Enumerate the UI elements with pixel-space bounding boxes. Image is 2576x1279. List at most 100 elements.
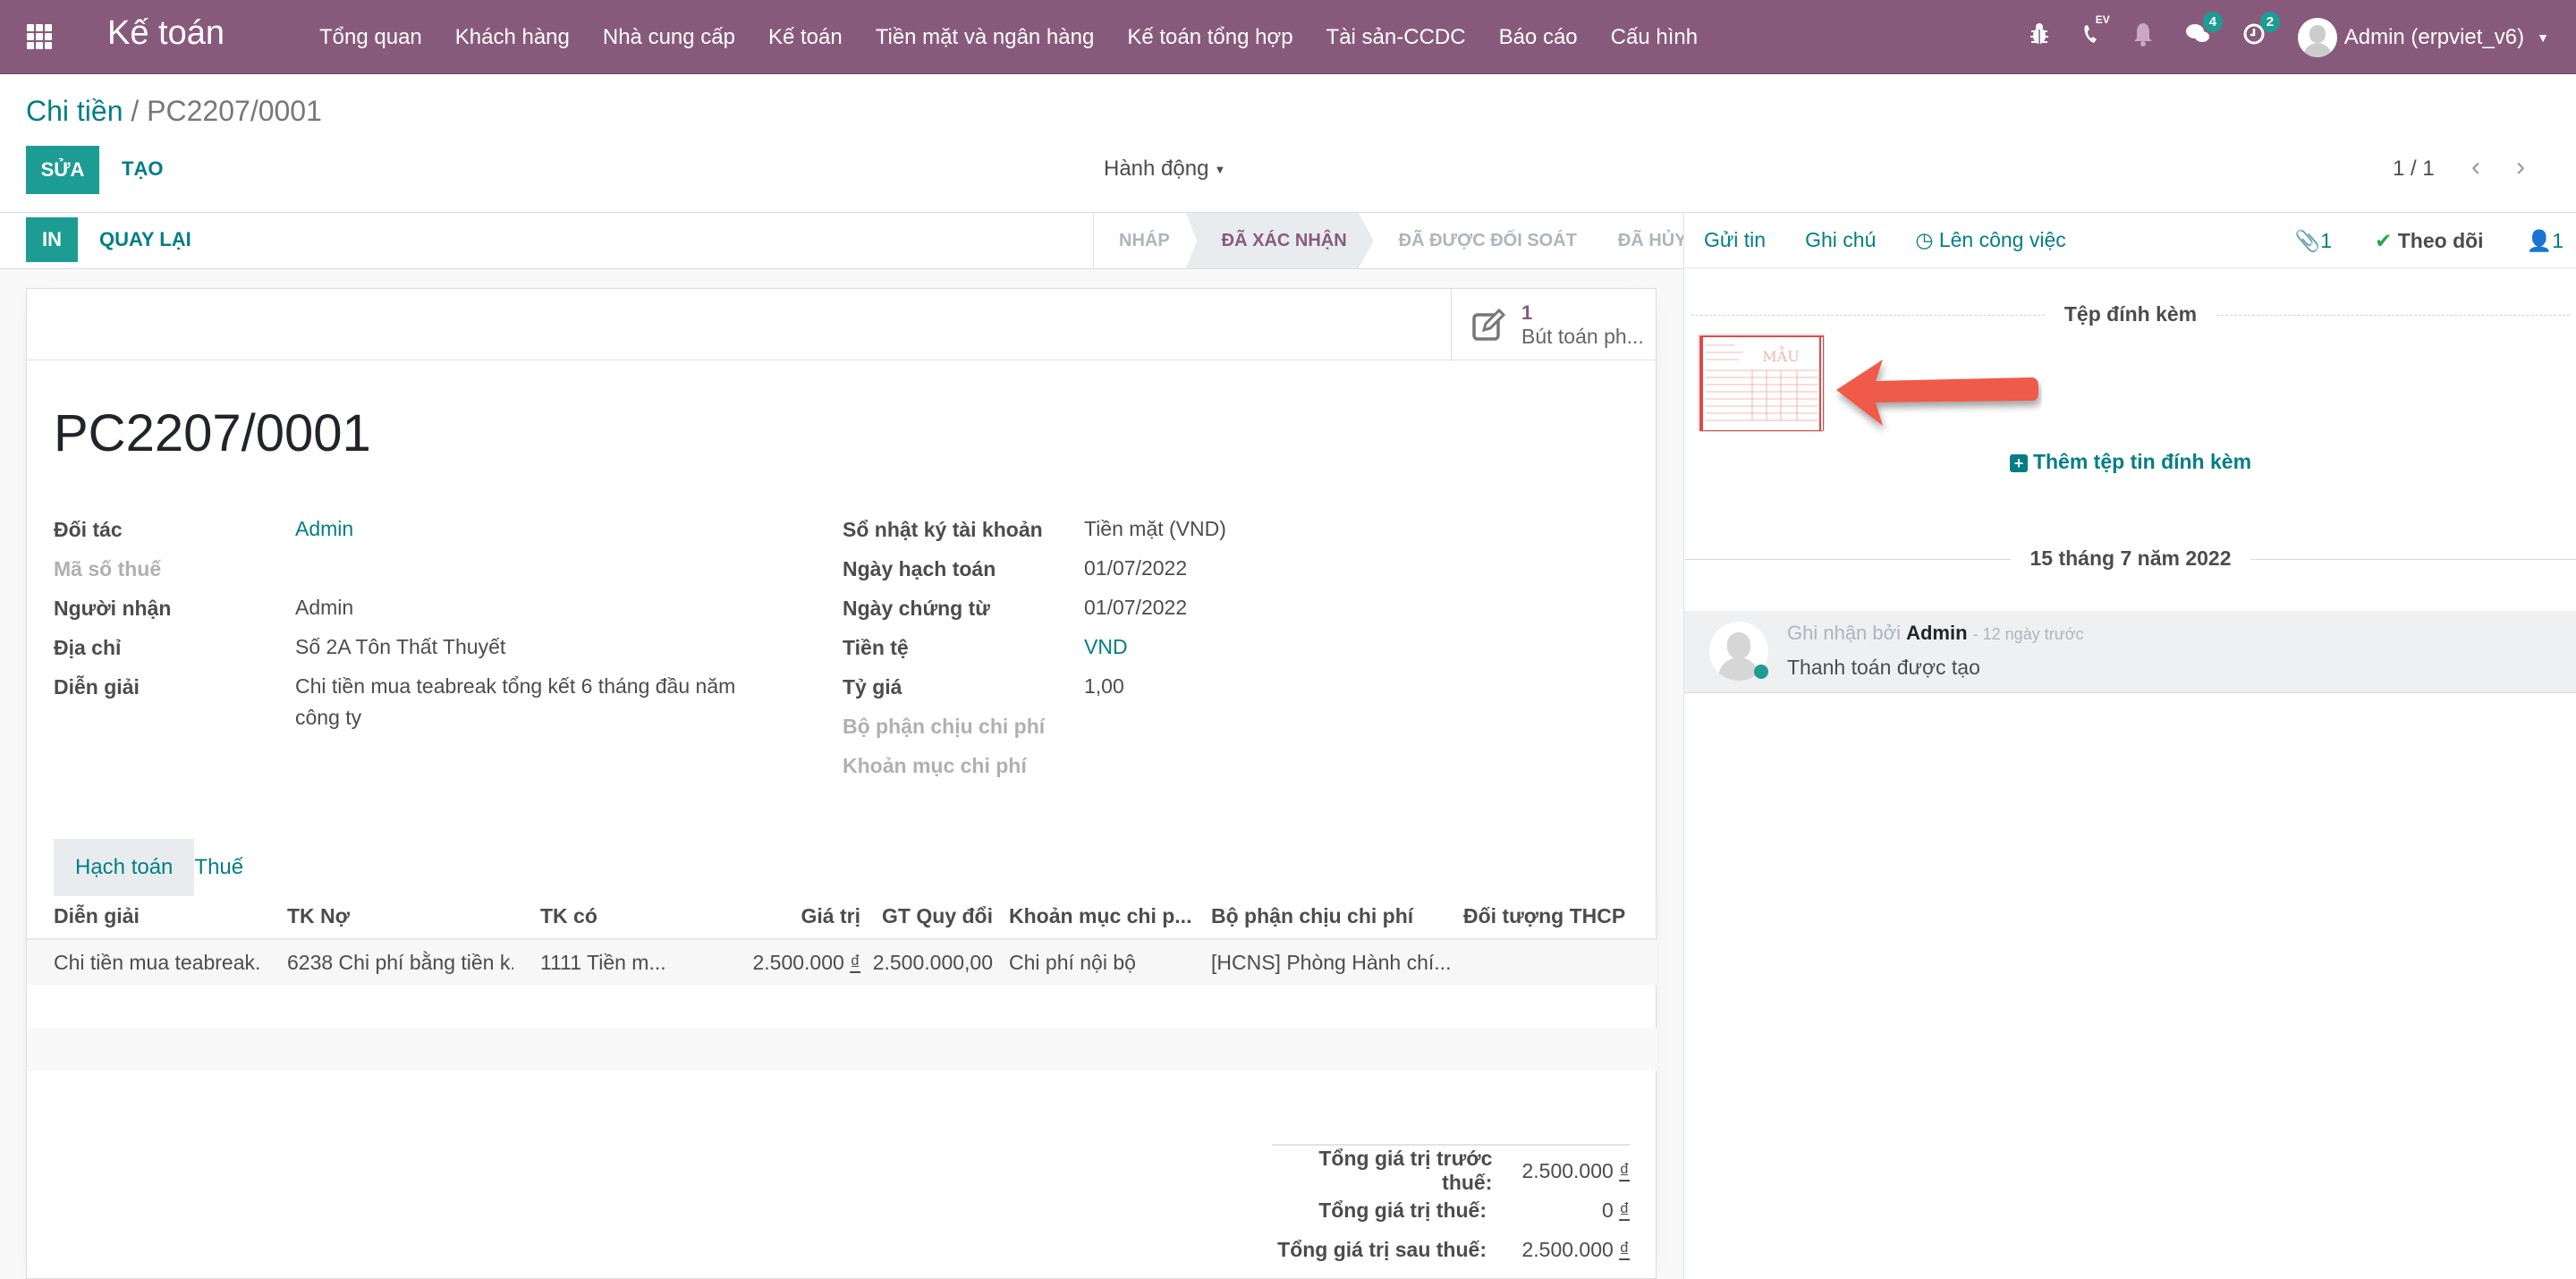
pager-value[interactable]: 1 / 1 xyxy=(2393,157,2435,182)
print-button[interactable]: IN xyxy=(26,217,78,262)
field-label-journal: Sổ nhật ký tài khoản xyxy=(843,518,1043,541)
lines-table: Diễn giải TK Nợ TK có Giá trị GT Quy đổi… xyxy=(27,894,1657,1071)
debug-bug-icon[interactable] xyxy=(2029,22,2049,52)
attachments-title: Tệp đính kèm xyxy=(1684,302,2576,326)
menu-item-configuration[interactable]: Cấu hình xyxy=(1611,25,1698,50)
table-row[interactable]: Chi tiền mua teabreak... 6238 Chi phí bằ… xyxy=(27,940,1657,985)
user-menu[interactable]: Admin (erpviet_v6) ▼ xyxy=(2297,17,2549,57)
total-with-tax-label: Tổng giá trị sau thuế: xyxy=(1277,1237,1487,1261)
column-header-amount[interactable]: Giá trị xyxy=(692,904,866,928)
cell-debit-account: 6238 Chi phí bằng tiền k... xyxy=(287,950,513,974)
cell-credit-account: 1111 Tiền m... xyxy=(540,950,666,974)
phone-icon[interactable]: EV xyxy=(2081,13,2110,52)
total-with-tax-value: 2.500.000 ₫ xyxy=(1521,1237,1630,1261)
message-author[interactable]: Admin xyxy=(1906,622,1967,644)
edit-button[interactable]: SỬA xyxy=(26,146,99,194)
tab-taxes[interactable]: Thuế xyxy=(194,839,243,896)
pager-next-icon[interactable]: › xyxy=(2516,152,2525,182)
caret-down-icon: ▼ xyxy=(1214,163,1226,177)
field-exchange-rate: 1,00 xyxy=(1084,674,1124,698)
cell-description: Chi tiền mua teabreak... xyxy=(54,950,260,974)
cell-converted-amount: 2.500.000,00 xyxy=(872,950,993,974)
breadcrumb-separator: / xyxy=(131,95,140,127)
red-arrow-annotation xyxy=(1836,360,2038,426)
field-recipient: Admin xyxy=(295,596,354,619)
field-label-cost-center: Bộ phận chịu chi phí xyxy=(843,715,1046,738)
breadcrumb-parent[interactable]: Chi tiền xyxy=(26,95,123,127)
menu-item-customers[interactable]: Khách hàng xyxy=(455,25,570,50)
attachment-thumbnail[interactable]: MẪU xyxy=(1698,334,1825,432)
messaging-icon[interactable]: 4 xyxy=(2185,12,2224,52)
column-header-cost-center[interactable]: Bộ phận chịu chi phí xyxy=(1202,904,1454,928)
status-confirmed[interactable]: ĐÃ XÁC NHẬN xyxy=(1185,213,1374,268)
cell-amount: 2.500.000 ₫ xyxy=(692,951,866,975)
menu-item-general-accounting[interactable]: Kế toán tổng hợp xyxy=(1127,25,1292,50)
field-label-document-date: Ngày chứng từ xyxy=(843,597,990,620)
follow-button[interactable]: ✔ Theo dõi xyxy=(2375,229,2484,253)
app-title[interactable]: Kế toán xyxy=(107,14,225,53)
followers-button[interactable]: 👤1 xyxy=(2527,229,2563,253)
status-draft[interactable]: NHÁP xyxy=(1094,213,1186,268)
status-reconciled[interactable]: ĐÃ ĐƯỢC ĐỐI SOÁT xyxy=(1374,213,1593,268)
field-label-partner: Đối tác xyxy=(54,518,123,541)
main-menu: Tổng quan Khách hàng Nhà cung cấp Kế toá… xyxy=(319,0,1731,74)
field-partner[interactable]: Admin xyxy=(295,513,353,545)
menu-item-overview[interactable]: Tổng quan xyxy=(319,25,422,50)
pager-previous-icon[interactable]: ‹ xyxy=(2471,152,2480,182)
journal-entries-smart-button[interactable]: 1 Bút toán ph... xyxy=(1451,289,1656,360)
totals-summary: Tổng giá trị trước thuế: 2.500.000 ₫ Tổng… xyxy=(1272,1144,1630,1269)
message-header: Ghi nhận bởi Admin - 12 ngày trước xyxy=(1787,622,2084,645)
menu-item-vendors[interactable]: Nhà cung cấp xyxy=(603,25,735,50)
activity-clock-icon[interactable]: 2 xyxy=(2242,12,2281,52)
empty-table-row xyxy=(27,985,1657,1028)
menu-item-assets[interactable]: Tài sản-CCDC xyxy=(1326,25,1466,50)
total-tax-label: Tổng giá trị thuế: xyxy=(1318,1198,1487,1222)
thumbnail-watermark: MẪU xyxy=(1762,345,1799,365)
column-header-converted-amount[interactable]: GT Quy đổi xyxy=(866,904,1000,928)
right-field-group: Sổ nhật ký tài khoản Tiền mặt (VND) Ngày … xyxy=(843,517,1226,793)
back-button[interactable]: QUAY LẠI xyxy=(99,228,191,251)
user-icon: 👤 xyxy=(2526,228,2553,252)
bell-icon[interactable] xyxy=(2133,21,2153,53)
amount-value: 2.500.000 xyxy=(752,950,844,974)
column-header-debit-account[interactable]: TK Nợ xyxy=(260,904,513,928)
message-body: Thanh toán được tạo xyxy=(1787,656,1980,679)
apps-menu-icon[interactable] xyxy=(27,24,52,49)
field-label-address: Địa chỉ xyxy=(54,636,122,659)
column-header-expense-item[interactable]: Khoản mục chi p... xyxy=(1000,904,1202,928)
smart-button-label: Bút toán ph... xyxy=(1521,324,1644,348)
tab-accounting-entries[interactable]: Hạch toán xyxy=(54,839,195,896)
clock-icon: ◷ xyxy=(1915,228,1934,251)
log-note-button[interactable]: Ghi chú xyxy=(1805,228,1876,252)
date-separator: 15 tháng 7 năm 2022 xyxy=(1684,546,2576,571)
breadcrumb: Chi tiền / PC2207/0001 xyxy=(26,95,322,128)
currency-symbol: ₫ xyxy=(850,950,860,974)
action-dropdown[interactable]: Hành động ▼ xyxy=(1104,157,1225,182)
message-prefix: Ghi nhận bởi xyxy=(1787,622,1901,644)
menu-item-reports[interactable]: Báo cáo xyxy=(1499,25,1578,50)
chatter: Gửi tin Ghi chú ◷ Lên công việc 📎1 ✔ The… xyxy=(1683,213,2576,1279)
schedule-activity-button[interactable]: ◷ Lên công việc xyxy=(1915,228,2065,252)
empty-table-row xyxy=(27,1028,1657,1071)
field-document-date: 01/07/2022 xyxy=(1084,596,1188,619)
attachments-count-button[interactable]: 📎1 xyxy=(2295,229,2332,253)
action-dropdown-label: Hành động xyxy=(1104,157,1209,181)
create-button[interactable]: TẠO xyxy=(122,157,163,181)
send-message-button[interactable]: Gửi tin xyxy=(1704,228,1766,252)
menu-item-cash-bank[interactable]: Tiền mặt và ngân hàng xyxy=(876,25,1095,50)
column-header-cost-object[interactable]: Đối tượng THCP xyxy=(1454,904,1651,928)
menu-item-accounting[interactable]: Kế toán xyxy=(768,25,843,50)
smart-button-count: 1 xyxy=(1521,301,1533,324)
breadcrumb-current: PC2207/0001 xyxy=(147,95,322,127)
field-journal: Tiền mặt (VND) xyxy=(1084,517,1226,540)
add-attachment-button[interactable]: + Thêm tệp tin đính kèm xyxy=(1684,450,2576,474)
field-currency[interactable]: VND xyxy=(1084,631,1128,663)
column-header-description[interactable]: Diễn giải xyxy=(27,904,260,928)
plus-square-icon: + xyxy=(2009,454,2028,472)
column-header-credit-account[interactable]: TK có xyxy=(513,904,692,928)
field-label-expense-item: Khoản mục chi phí xyxy=(843,754,1027,777)
button-box: 1 Bút toán ph... xyxy=(27,289,1656,360)
top-navbar: Kế toán Tổng quan Khách hàng Nhà cung cấ… xyxy=(0,0,2576,74)
field-label-description: Diễn giải xyxy=(54,675,140,699)
paperclip-icon: 📎 xyxy=(2294,228,2321,252)
